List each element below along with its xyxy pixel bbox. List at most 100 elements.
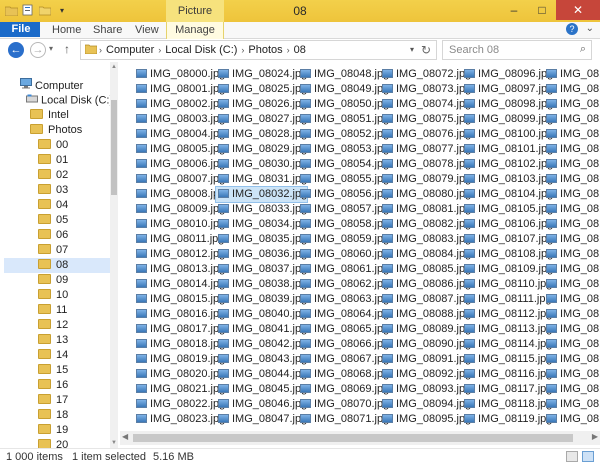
back-button[interactable]: ← xyxy=(8,42,24,58)
tab-home[interactable]: Home xyxy=(52,22,81,39)
file-item[interactable]: IMG_0814 xyxy=(544,412,600,427)
nav-item-local-disk[interactable]: Local Disk (C:) xyxy=(26,93,112,108)
file-item[interactable]: IMG_08014.jpg xyxy=(134,277,225,292)
file-item[interactable]: IMG_0813 xyxy=(544,322,600,337)
file-item[interactable]: IMG_08040.jpg xyxy=(216,307,307,322)
file-item[interactable]: IMG_08102.jpg xyxy=(462,157,553,172)
file-item[interactable]: IMG_08060.jpg xyxy=(298,247,389,262)
nav-folder-05[interactable]: 05 xyxy=(38,213,68,228)
tab-manage[interactable]: Manage xyxy=(166,22,224,39)
file-item[interactable]: IMG_08002.jpg xyxy=(134,97,225,112)
file-item[interactable]: IMG_0812 xyxy=(544,82,600,97)
file-item[interactable]: IMG_08090.jpg xyxy=(380,337,471,352)
file-item[interactable]: IMG_08071.jpg xyxy=(298,412,389,427)
file-item[interactable]: IMG_08012.jpg xyxy=(134,247,225,262)
file-item[interactable]: IMG_08077.jpg xyxy=(380,142,471,157)
file-item[interactable]: IMG_08105.jpg xyxy=(462,202,553,217)
file-item[interactable]: IMG_0814 xyxy=(544,367,600,382)
file-item[interactable]: IMG_08085.jpg xyxy=(380,262,471,277)
file-item[interactable]: IMG_08019.jpg xyxy=(134,352,225,367)
file-item[interactable]: IMG_08047.jpg xyxy=(216,412,307,427)
file-item[interactable]: IMG_0813 xyxy=(544,217,600,232)
file-item[interactable]: IMG_08097.jpg xyxy=(462,82,553,97)
nav-folder-20[interactable]: 20 xyxy=(38,438,68,448)
nav-folder-03[interactable]: 03 xyxy=(38,183,68,198)
scroll-left-icon[interactable]: ◀ xyxy=(122,432,128,441)
file-item[interactable]: IMG_08022.jpg xyxy=(134,397,225,412)
file-item[interactable]: IMG_08035.jpg xyxy=(216,232,307,247)
file-item[interactable]: IMG_08034.jpg xyxy=(216,217,307,232)
file-item[interactable]: IMG_0812 xyxy=(544,97,600,112)
file-item[interactable]: IMG_08068.jpg xyxy=(298,367,389,382)
file-item[interactable]: IMG_08107.jpg xyxy=(462,232,553,247)
file-item[interactable]: IMG_08083.jpg xyxy=(380,232,471,247)
file-item[interactable]: IMG_08026.jpg xyxy=(216,97,307,112)
file-item[interactable]: IMG_08023.jpg xyxy=(134,412,225,427)
file-item[interactable]: IMG_08010.jpg xyxy=(134,217,225,232)
file-item[interactable]: IMG_08013.jpg xyxy=(134,262,225,277)
breadcrumb-local-disk[interactable]: Local Disk (C:) xyxy=(165,44,237,56)
file-item[interactable]: IMG_08024.jpg xyxy=(216,67,307,82)
file-item[interactable]: IMG_08072.jpg xyxy=(380,67,471,82)
file-item[interactable]: IMG_08032.jpg xyxy=(214,186,309,203)
file-item[interactable]: IMG_08100.jpg xyxy=(462,127,553,142)
file-item[interactable]: IMG_08018.jpg xyxy=(134,337,225,352)
file-item[interactable]: IMG_08036.jpg xyxy=(216,247,307,262)
file-item[interactable]: IMG_08015.jpg xyxy=(134,292,225,307)
file-item[interactable]: IMG_08027.jpg xyxy=(216,112,307,127)
nav-folder-02[interactable]: 02 xyxy=(38,168,68,183)
file-item[interactable]: IMG_08104.jpg xyxy=(462,187,553,202)
file-item[interactable]: IMG_08103.jpg xyxy=(462,172,553,187)
file-item[interactable]: IMG_08092.jpg xyxy=(380,367,471,382)
file-item[interactable]: IMG_08089.jpg xyxy=(380,322,471,337)
nav-folder-15[interactable]: 15 xyxy=(38,363,68,378)
file-item[interactable]: IMG_08084.jpg xyxy=(380,247,471,262)
file-item[interactable]: IMG_08099.jpg xyxy=(462,112,553,127)
file-item[interactable]: IMG_08009.jpg xyxy=(134,202,225,217)
nav-folder-00[interactable]: 00 xyxy=(38,138,68,153)
file-item[interactable]: IMG_08017.jpg xyxy=(134,322,225,337)
file-item[interactable]: IMG_08037.jpg xyxy=(216,262,307,277)
nav-folder-13[interactable]: 13 xyxy=(38,333,68,348)
file-item[interactable]: IMG_08021.jpg xyxy=(134,382,225,397)
file-item[interactable]: IMG_08101.jpg xyxy=(462,142,553,157)
file-item[interactable]: IMG_08066.jpg xyxy=(298,337,389,352)
close-button[interactable]: ✕ xyxy=(556,0,600,20)
file-item[interactable]: IMG_08052.jpg xyxy=(298,127,389,142)
file-item[interactable]: IMG_08039.jpg xyxy=(216,292,307,307)
file-item[interactable]: IMG_08119.jpg xyxy=(462,412,552,427)
file-item[interactable]: IMG_08110.jpg xyxy=(462,277,552,292)
file-item[interactable]: IMG_08106.jpg xyxy=(462,217,553,232)
nav-folder-16[interactable]: 16 xyxy=(38,378,68,393)
file-item[interactable]: IMG_08045.jpg xyxy=(216,382,307,397)
breadcrumb-separator-icon[interactable]: › xyxy=(158,45,161,55)
nav-folder-04[interactable]: 04 xyxy=(38,198,68,213)
up-arrow-icon[interactable]: ↑ xyxy=(64,42,70,56)
refresh-icon[interactable]: ↻ xyxy=(421,43,431,57)
scroll-right-icon[interactable]: ▶ xyxy=(592,432,598,441)
file-item[interactable]: IMG_08003.jpg xyxy=(134,112,225,127)
file-item[interactable]: IMG_0812 xyxy=(544,67,600,82)
file-item[interactable]: IMG_08081.jpg xyxy=(380,202,471,217)
file-item[interactable]: IMG_0813 xyxy=(544,247,600,262)
file-item[interactable]: IMG_08065.jpg xyxy=(298,322,389,337)
details-view-icon[interactable] xyxy=(566,451,578,462)
expand-ribbon-icon[interactable]: ⌄ xyxy=(586,23,594,34)
file-item[interactable]: IMG_08093.jpg xyxy=(380,382,471,397)
horizontal-scroll-thumb[interactable] xyxy=(133,434,573,442)
nav-folder-10[interactable]: 10 xyxy=(38,288,68,303)
file-item[interactable]: IMG_08001.jpg xyxy=(134,82,225,97)
nav-folder-07[interactable]: 07 xyxy=(38,243,68,258)
file-item[interactable]: IMG_08007.jpg xyxy=(134,172,225,187)
file-item[interactable]: IMG_08043.jpg xyxy=(216,352,307,367)
file-item[interactable]: IMG_08070.jpg xyxy=(298,397,389,412)
file-item[interactable]: IMG_0813 xyxy=(544,337,600,352)
file-item[interactable]: IMG_08008.jpg xyxy=(134,187,225,202)
file-item[interactable]: IMG_08005.jpg xyxy=(134,142,225,157)
address-bar[interactable]: › Computer › Local Disk (C:) › Photos › … xyxy=(80,40,437,60)
search-icon[interactable]: ⌕ xyxy=(580,43,586,56)
file-item[interactable]: IMG_0812 xyxy=(544,202,600,217)
nav-folder-12[interactable]: 12 xyxy=(38,318,68,333)
file-item[interactable]: IMG_08004.jpg xyxy=(134,127,225,142)
file-item[interactable]: IMG_08028.jpg xyxy=(216,127,307,142)
